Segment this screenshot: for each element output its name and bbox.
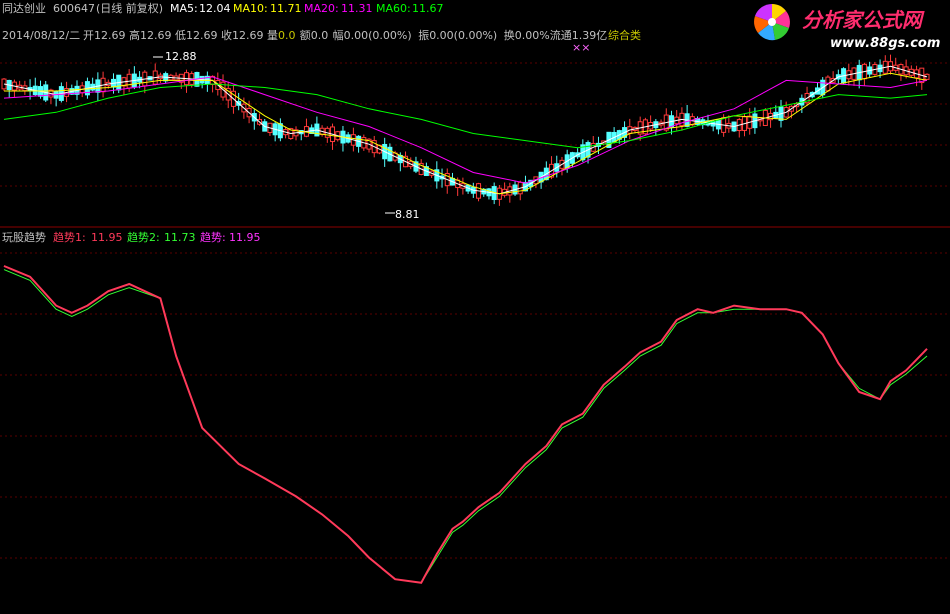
quote-field-value: 1.39亿 xyxy=(572,29,608,42)
indicator-name: 玩股趋势 xyxy=(2,231,46,244)
price-annotation-high: 12.88 xyxy=(165,50,197,63)
watermark-title: 分析家公式网 xyxy=(802,8,925,32)
quote-field-value: 0.00(0.00%) xyxy=(344,29,412,42)
quote-date: 2014/08/12/二 xyxy=(2,29,80,42)
ma60-label: MA60: xyxy=(376,2,411,15)
ma20-value: 11.31 xyxy=(341,2,373,15)
quote-field-label: 额 xyxy=(300,29,311,42)
ma10-value: 11.71 xyxy=(270,2,302,15)
trend-value: 11.95 xyxy=(229,231,261,244)
stock-name: 同达创业 xyxy=(2,2,46,15)
trend1-label: 趋势1: xyxy=(53,231,86,244)
trend-label: 趋势: xyxy=(200,231,226,244)
quote-field-value: 12.69 xyxy=(232,29,264,42)
quote-field-label: 开 xyxy=(83,29,94,42)
trend2-value: 11.73 xyxy=(164,231,196,244)
quote-category: 综合类 xyxy=(608,28,641,42)
quote-field-label: 收 xyxy=(221,28,232,42)
quote-field-value: 0.00(0.00%) xyxy=(429,29,497,42)
trend2-label: 趋势2: xyxy=(127,231,160,244)
quote-field-value: 0.0 xyxy=(311,29,329,42)
ma5-label: MA5: xyxy=(170,2,198,15)
header-row: 同达创业 600647 (日线 前复权) MA5: 12.04 MA10: 11… xyxy=(2,1,444,15)
quote-field-label: 幅 xyxy=(333,29,344,42)
quote-field-value: 0.00% xyxy=(515,29,550,42)
ma60-value: 11.67 xyxy=(412,2,444,15)
quote-field-value: 12.69 xyxy=(140,29,172,42)
quote-field-label: 振 xyxy=(418,28,429,42)
quote-field-value: 0.0 xyxy=(278,29,296,42)
watermark-url: www.88gs.com xyxy=(830,36,940,51)
ma10-label: MA10: xyxy=(233,2,268,15)
quote-field-value: 12.69 xyxy=(186,29,218,42)
indicator-header: 玩股趋势 趋势1: 11.95 趋势2: 11.73 趋势: 11.95 xyxy=(2,231,261,244)
trend1-value: 11.95 xyxy=(91,231,123,244)
ma20-label: MA20: xyxy=(304,2,339,15)
quote-field-label: 高 xyxy=(129,28,140,42)
price-annotation-markers: ×× xyxy=(572,41,590,54)
quote-field-label: 换 xyxy=(504,28,515,42)
stock-chart[interactable]: 12.88 8.81 ×× 同达创业 600647 (日线 前复权) MA5: 12… xyxy=(0,0,950,614)
quote-field-label: 流通 xyxy=(550,28,572,42)
stock-code: 600647 xyxy=(53,2,95,15)
ma5-value: 12.04 xyxy=(199,2,231,15)
quote-field-value: 12.69 xyxy=(94,29,126,42)
period-note: (日线 前复权) xyxy=(96,1,163,15)
quote-line: 2014/08/12/二 综合类 开 12.69 高 12.69 低 12.69 收 12.6… xyxy=(2,28,641,42)
quote-field-label: 量 xyxy=(267,29,278,42)
quote-field-label: 低 xyxy=(175,29,186,42)
price-annotation-low: 8.81 xyxy=(395,208,420,221)
